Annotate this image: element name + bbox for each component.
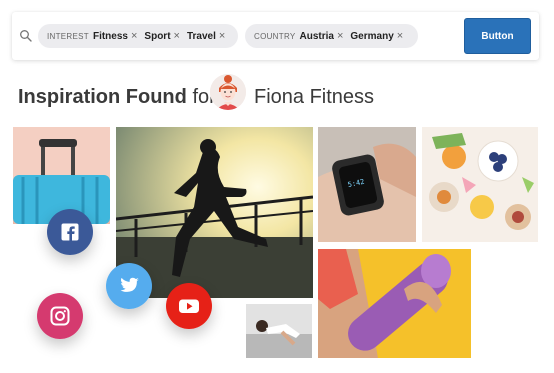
search-icon[interactable] <box>19 29 33 43</box>
interest-filter-group: INTEREST Fitness × Sport × Travel × <box>38 24 238 48</box>
page-title: Inspiration Found <box>18 86 187 108</box>
country-filter-group: COUNTRY Austria × Germany × <box>245 24 418 48</box>
page-heading: Inspiration Found for <box>18 86 216 109</box>
search-bar: INTEREST Fitness × Sport × Travel × COUN… <box>12 12 539 60</box>
chip-fitness: Fitness <box>92 30 128 42</box>
remove-sport-icon[interactable]: × <box>174 30 180 42</box>
twitter-icon[interactable] <box>106 263 152 309</box>
yoga-photo <box>246 304 312 358</box>
primary-button[interactable]: Button <box>464 18 531 54</box>
persona-name: Fiona Fitness <box>254 86 375 108</box>
breakfast-photo <box>422 127 538 242</box>
smartwatch-photo: 5:42 <box>318 127 416 242</box>
chip-travel: Travel <box>186 30 216 42</box>
remove-travel-icon[interactable]: × <box>219 30 225 42</box>
yoga-mat-photo <box>318 249 471 358</box>
youtube-icon[interactable] <box>166 283 212 329</box>
remove-austria-icon[interactable]: × <box>337 30 343 42</box>
facebook-icon[interactable] <box>47 209 93 255</box>
country-filter-label: COUNTRY <box>254 31 296 41</box>
chip-germany: Germany <box>350 30 394 42</box>
remove-germany-icon[interactable]: × <box>397 30 403 42</box>
chip-sport: Sport <box>144 30 171 42</box>
persona-avatar <box>210 74 246 110</box>
interest-filter-label: INTEREST <box>47 31 89 41</box>
remove-fitness-icon[interactable]: × <box>131 30 137 42</box>
chip-austria: Austria <box>299 30 334 42</box>
instagram-icon[interactable] <box>37 293 83 339</box>
